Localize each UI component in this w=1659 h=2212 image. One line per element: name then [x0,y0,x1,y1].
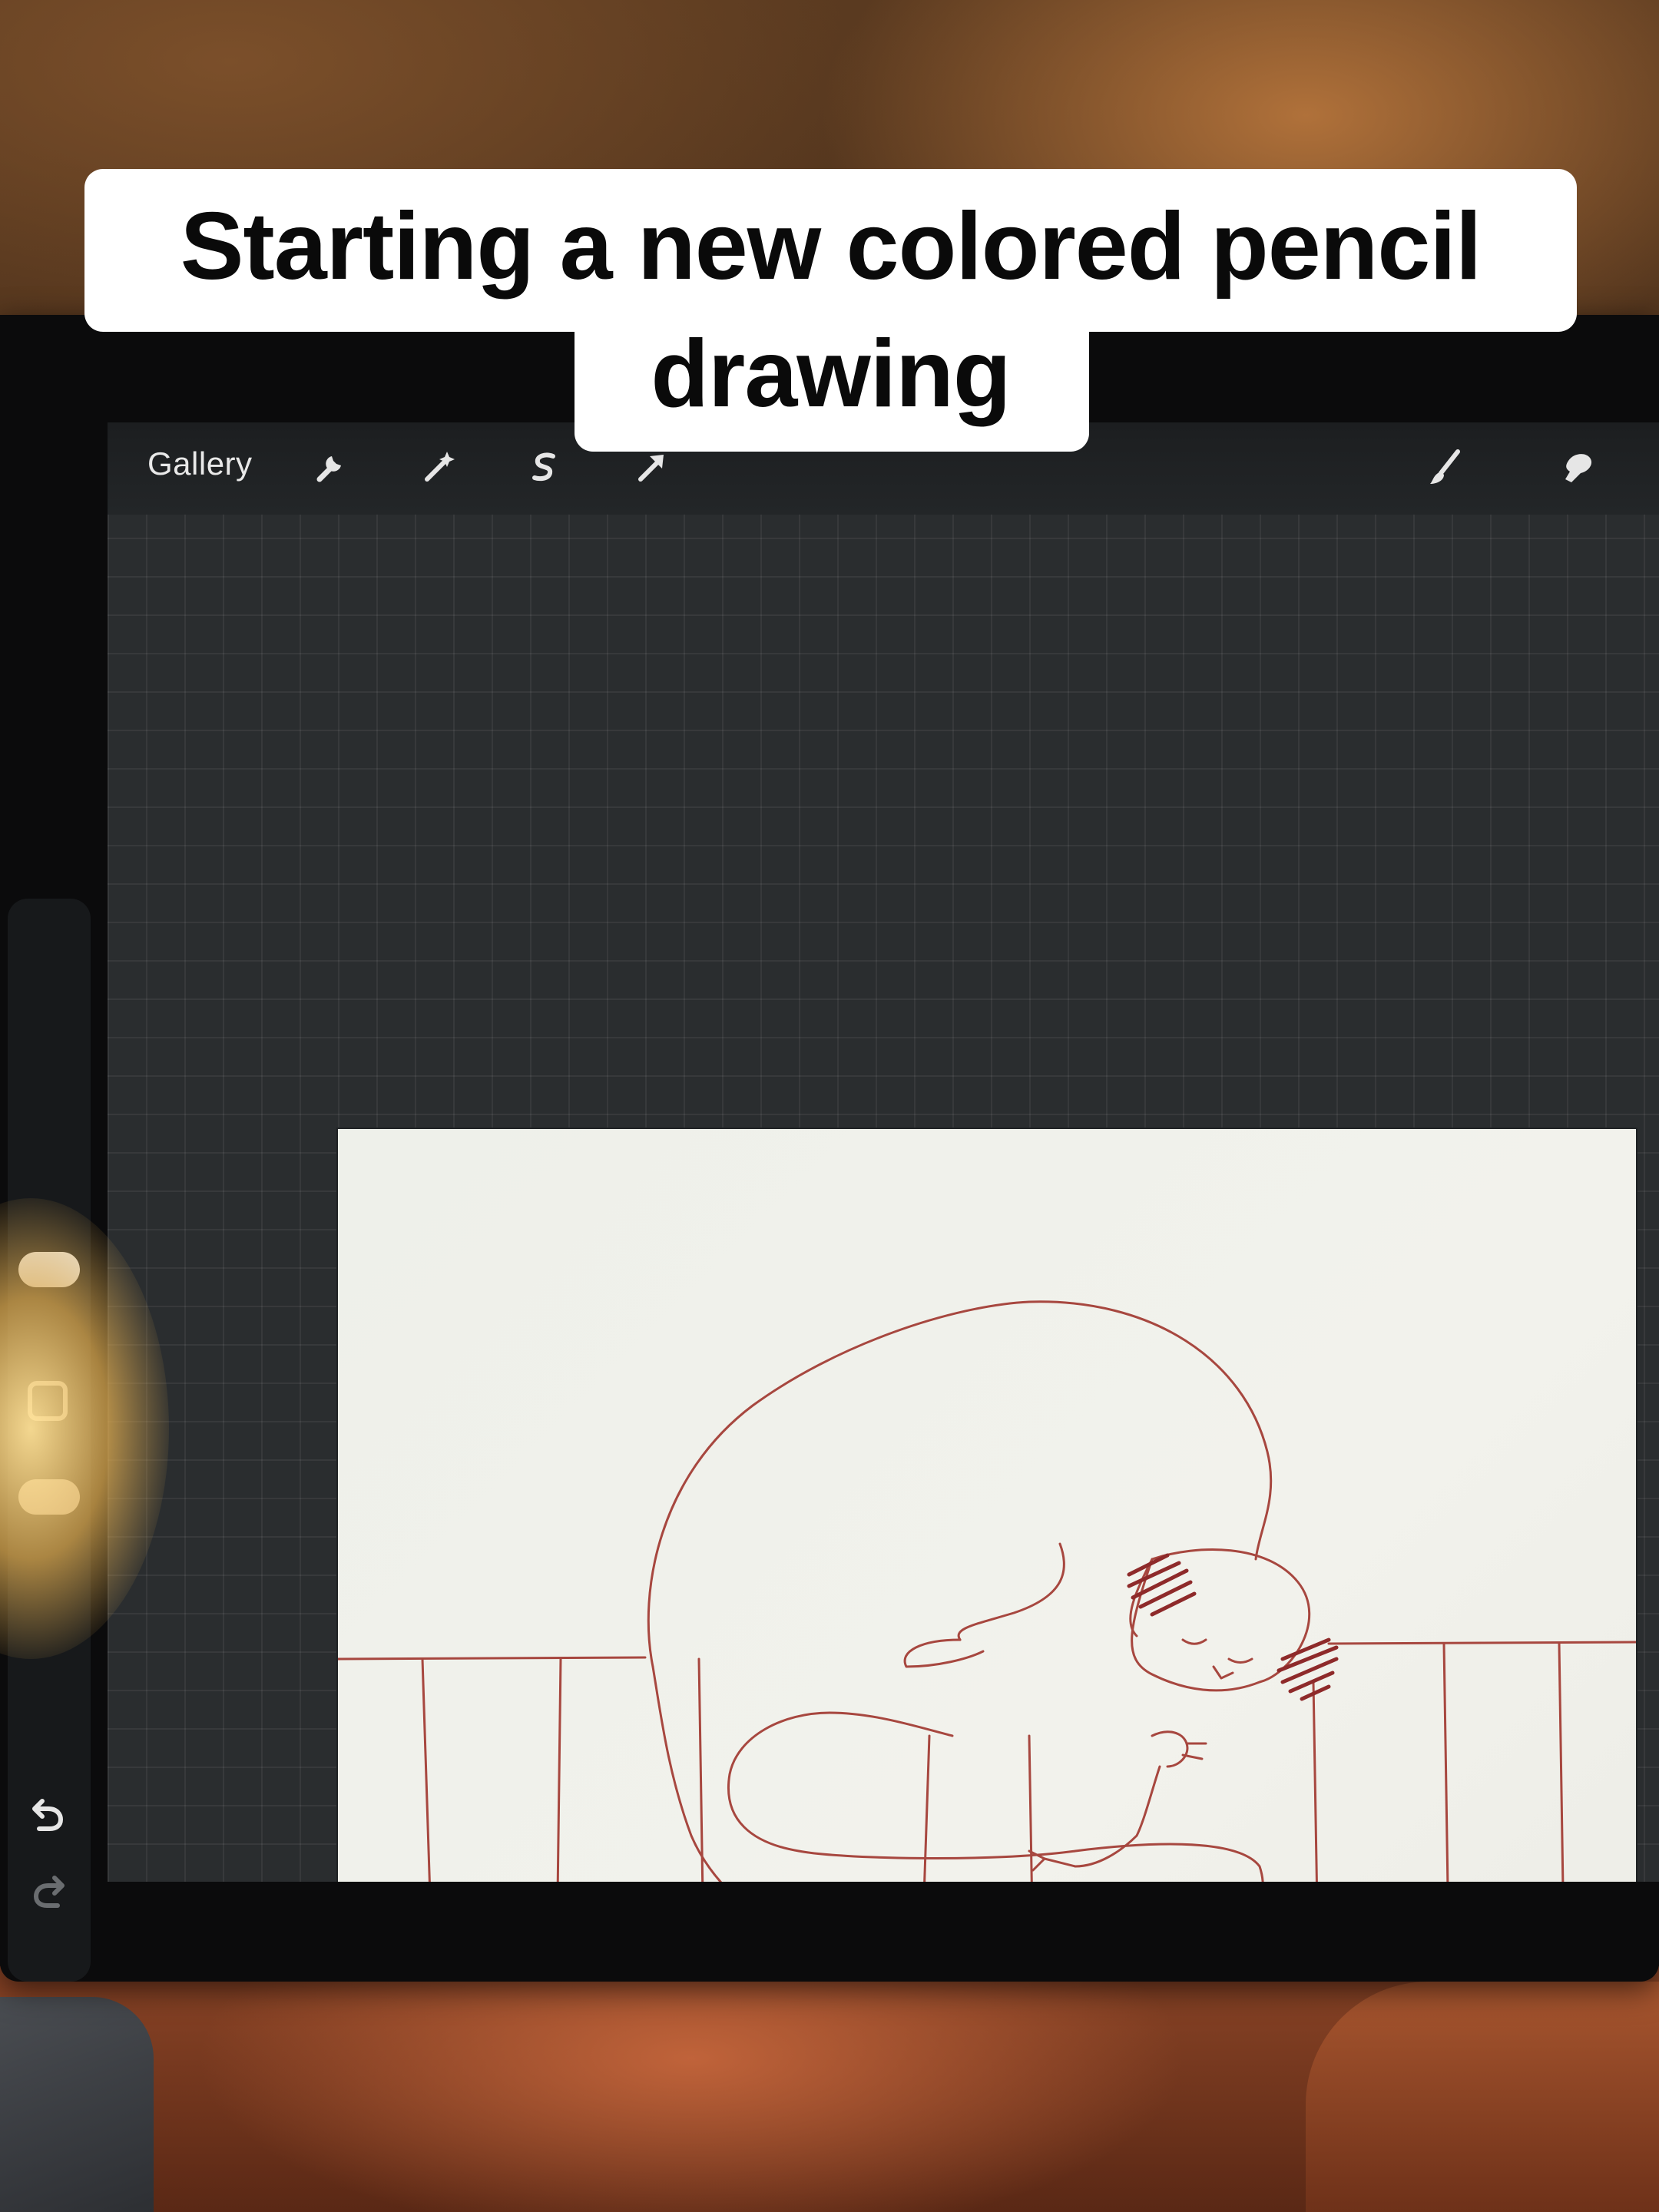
tablet-device: Gallery [0,315,1659,1982]
selection-icon[interactable] [519,442,568,492]
photo-background: Gallery Starting a new colored pencil dr… [0,0,1659,2212]
app-screen: Gallery [108,422,1659,1882]
undo-icon[interactable] [23,1790,74,1840]
magic-wand-icon[interactable] [413,442,462,492]
cloth-background [0,1997,154,2212]
smudge-icon[interactable] [1551,442,1601,492]
caption-text: Starting a new colored pencil drawing [84,183,1577,438]
caption-line-2: drawing [651,321,1011,427]
caption-line-1: Starting a new colored pencil [180,194,1482,300]
wrench-icon[interactable] [306,442,355,492]
redo-icon[interactable] [23,1866,74,1917]
drawing-canvas[interactable] [338,1129,1636,1882]
lap-right-background [1306,1982,1659,2212]
gallery-button[interactable]: Gallery [147,445,253,482]
brush-icon[interactable] [1421,442,1470,492]
